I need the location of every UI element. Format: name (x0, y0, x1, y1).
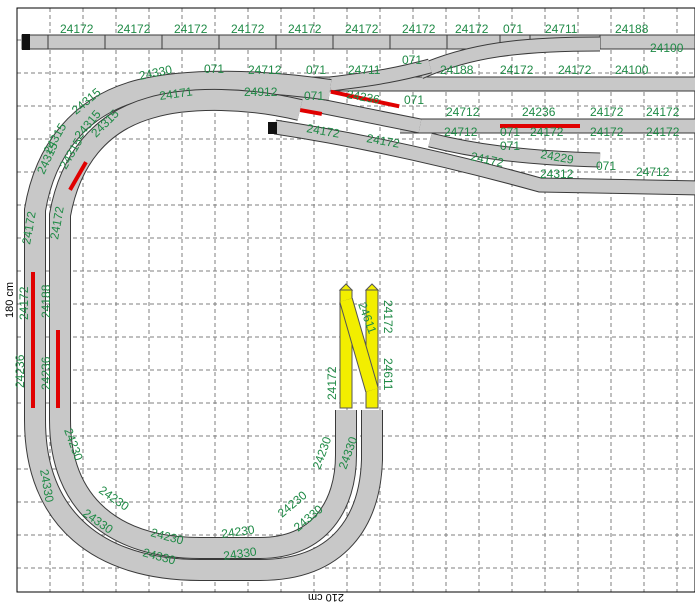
part-label: 24100 (650, 41, 684, 55)
part-label: 24712 (446, 105, 480, 119)
part-label: 24172 (646, 105, 680, 119)
part-label: 24172 (174, 22, 208, 36)
part-label: 071 (503, 22, 523, 36)
part-label: 24172 (381, 300, 395, 334)
part-label: 071 (596, 159, 616, 173)
part-label: 24172 (590, 125, 624, 139)
part-label: 24712 (248, 63, 282, 77)
part-label: 071 (402, 53, 422, 67)
part-label: 24172 (455, 22, 489, 36)
part-label: 24611 (381, 358, 395, 391)
part-label: 24172 (60, 22, 94, 36)
part-label: 24100 (615, 63, 649, 77)
part-label: 071 (204, 62, 224, 76)
part-label: 24188 (440, 63, 474, 77)
part-label: 071 (304, 89, 324, 103)
part-label: 071 (306, 63, 326, 77)
part-label: 24172 (558, 63, 592, 77)
part-label: 24172 (17, 286, 31, 320)
part-label: 24912 (244, 85, 278, 99)
labels-top-row: 24172 24172 24172 24172 24172 24172 2417… (60, 22, 649, 36)
part-label: 24188 (615, 22, 649, 36)
part-label: 24236 (522, 105, 556, 119)
track-inner-loop[interactable] (49, 88, 357, 559)
part-label: 24172 (231, 22, 265, 36)
buffer-stop-icon (268, 122, 277, 134)
part-label: 24230 (310, 435, 335, 471)
y-axis-label: 180 cm (4, 282, 16, 318)
part-label: 24172 (288, 22, 322, 36)
part-label: 24172 (117, 22, 151, 36)
part-label: 24172 (345, 22, 379, 36)
part-label: 24312 (540, 167, 574, 181)
part-label: 24172 (402, 22, 436, 36)
part-label: 24236 (13, 354, 27, 388)
part-label: 24172 (325, 366, 339, 400)
part-label: 071 (500, 125, 520, 139)
part-label: 24188 (39, 284, 53, 318)
part-label: 071 (500, 139, 520, 153)
part-label: 24172 (530, 125, 564, 139)
part-label: 24711 (545, 22, 578, 36)
part-label: 24711 (348, 63, 381, 77)
part-label: 24172 (500, 63, 534, 77)
track-layout-canvas[interactable]: 24172 24172 24172 24172 24172 24172 2417… (0, 0, 695, 607)
part-label: 24172 (590, 105, 624, 119)
part-label: 071 (404, 93, 424, 107)
x-axis-label: 210 cm (308, 591, 344, 603)
part-label: 24172 (646, 125, 680, 139)
buffer-stop-icon (22, 34, 30, 50)
part-label: 24712 (444, 125, 478, 139)
part-label: 24236 (39, 356, 53, 390)
part-label: 24712 (636, 165, 670, 179)
